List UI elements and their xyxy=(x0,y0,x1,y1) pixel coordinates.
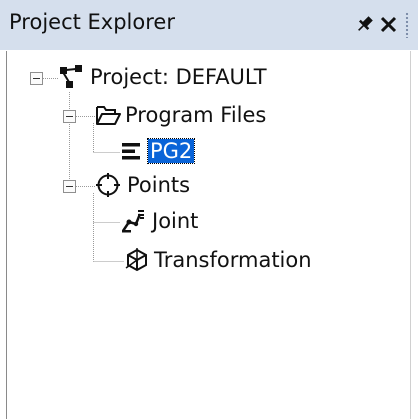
close-icon[interactable] xyxy=(377,11,401,37)
tree-node-label: Joint xyxy=(152,209,199,233)
panel-grip[interactable] xyxy=(405,12,409,38)
tree-node-label: Project: DEFAULT xyxy=(90,65,267,89)
crosshair-icon xyxy=(95,172,121,198)
tree-expander-program-files[interactable] xyxy=(63,110,76,123)
tree-node-project[interactable]: Project: DEFAULT xyxy=(58,62,348,92)
tree-node-program-files[interactable]: Program Files xyxy=(95,100,325,130)
project-icon xyxy=(58,64,84,90)
panel-title: Project Explorer xyxy=(9,10,175,34)
tree-node-pg2[interactable]: PG2 xyxy=(120,136,230,166)
tree-node-transformation[interactable]: Transformation xyxy=(124,245,384,275)
cube-axes-icon xyxy=(124,247,150,273)
tree-node-label: Transformation xyxy=(154,248,312,272)
panel-titlebar: Project Explorer xyxy=(0,0,418,50)
pin-icon[interactable] xyxy=(354,11,376,37)
tree-node-joint[interactable]: Joint xyxy=(120,206,230,236)
tree-expander-project[interactable] xyxy=(30,72,43,85)
tree-node-label: Program Files xyxy=(125,103,267,127)
program-icon xyxy=(120,140,142,162)
robot-joint-icon xyxy=(120,208,146,234)
tree-expander-points[interactable] xyxy=(63,180,76,193)
tree-node-points[interactable]: Points xyxy=(95,170,215,200)
project-explorer-panel: Project Explorer Project: DEFAULT Progra… xyxy=(0,0,418,419)
tree-node-label: Points xyxy=(127,173,191,197)
tree-node-label-selected: PG2 xyxy=(146,138,196,164)
folder-open-icon xyxy=(95,102,121,128)
